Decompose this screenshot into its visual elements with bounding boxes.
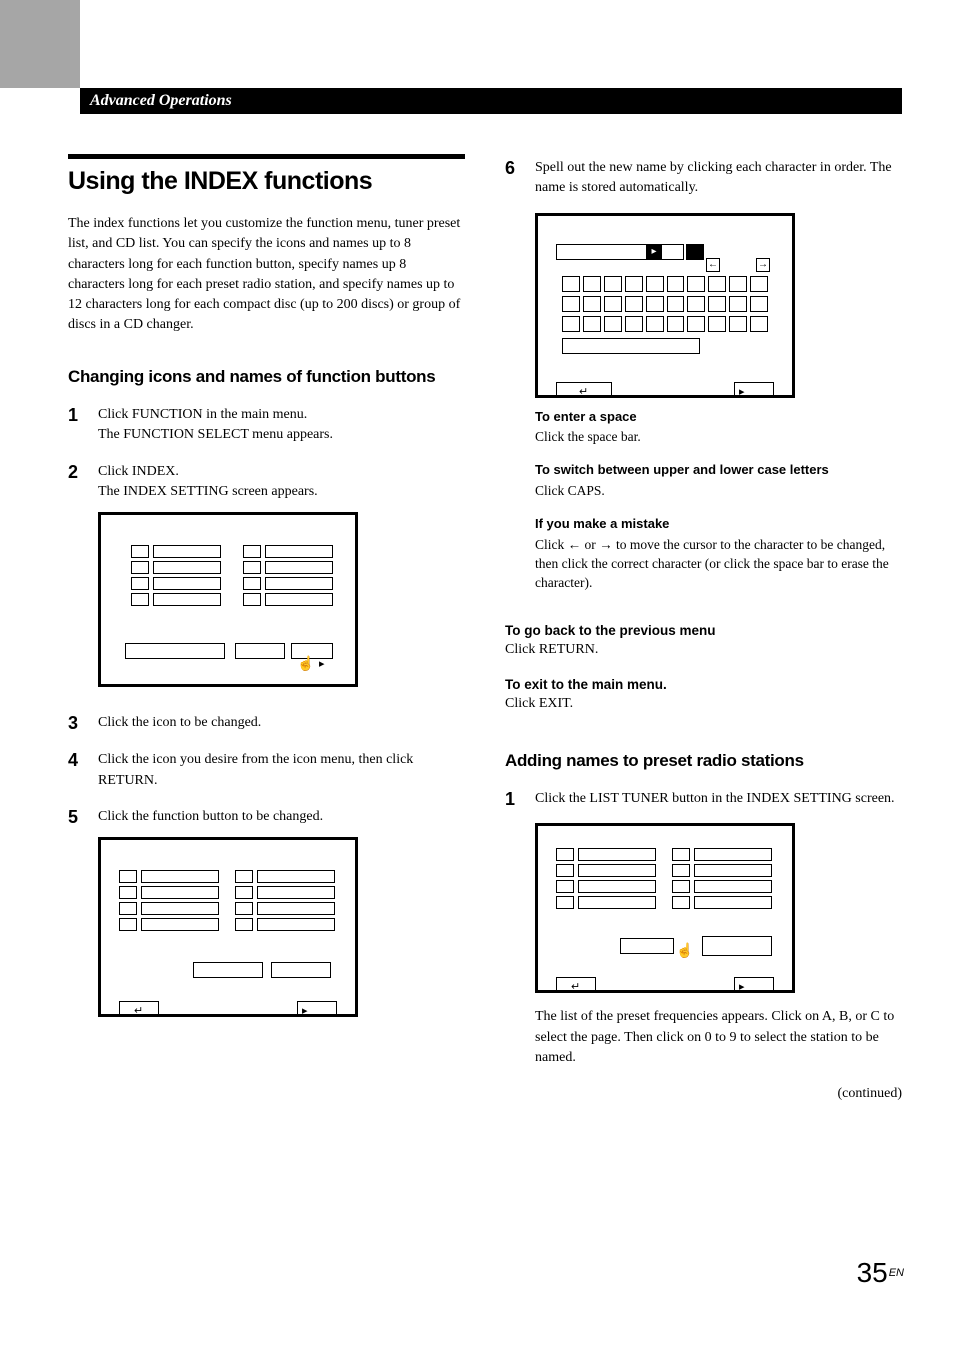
- exit-icon: ▸: [739, 386, 745, 398]
- section-header: Advanced Operations: [80, 88, 902, 114]
- step-text: Click the LIST TUNER button in the INDEX…: [535, 789, 902, 809]
- function-button-screen: ↵ ▸: [98, 837, 358, 1017]
- note-heading: To go back to the previous menu: [505, 623, 902, 638]
- tip-body: Click CAPS.: [535, 482, 902, 501]
- sec1-heading: Changing icons and names of function but…: [68, 366, 465, 387]
- left-column: Using the INDEX functions The index func…: [68, 154, 465, 1102]
- return-icon: ↵: [571, 981, 580, 993]
- step-number: 5: [68, 807, 84, 1027]
- tip-heading: To switch between upper and lower case l…: [535, 461, 902, 480]
- tip-body: Click the space bar.: [535, 428, 902, 447]
- page-number-suffix: EN: [889, 1267, 904, 1279]
- step-number: 2: [68, 462, 84, 698]
- page-number-value: 35: [857, 1257, 888, 1288]
- note-heading: To exit to the main menu.: [505, 677, 902, 692]
- exit-icon: ▸: [319, 657, 325, 673]
- step-text: Click FUNCTION in the main menu.: [98, 405, 465, 425]
- tip-heading: If you make a mistake: [535, 515, 902, 534]
- cursor-hand-icon: ☝: [676, 942, 693, 962]
- step-text: Click INDEX.: [98, 462, 465, 482]
- step-number: 3: [68, 713, 84, 734]
- character-entry-screen: ▸ ← →: [535, 213, 795, 398]
- left-arrow-icon: ←: [568, 537, 582, 552]
- right-column: 6 Spell out the new name by clicking eac…: [505, 154, 902, 1102]
- step-text: The FUNCTION SELECT menu appears.: [98, 425, 465, 445]
- continued-label: (continued): [505, 1086, 902, 1102]
- tip-heading: To enter a space: [535, 408, 902, 427]
- sec2-heading: Adding names to preset radio stations: [505, 750, 902, 771]
- intro-paragraph: The index functions let you customize th…: [68, 214, 465, 336]
- return-icon: ↵: [579, 386, 588, 398]
- tip-body: Click ← or → to move the cursor to the c…: [535, 536, 902, 593]
- page-title: Using the INDEX functions: [68, 167, 465, 196]
- step-text: Spell out the new name by clicking each …: [535, 158, 902, 199]
- play-cursor-icon: ▸: [646, 244, 662, 260]
- note-block: To go back to the previous menu Click RE…: [505, 623, 902, 660]
- step-number: 4: [68, 750, 84, 791]
- step-text: Click the icon you desire from the icon …: [98, 750, 465, 791]
- list-tuner-screen: ☝ ↵ ▸: [535, 823, 795, 993]
- cursor-hand-icon: ☝: [297, 655, 314, 675]
- exit-icon: ▸: [302, 1005, 308, 1017]
- index-setting-screen: ☝ ▸: [98, 512, 358, 687]
- right-arrow-icon: →: [599, 537, 613, 552]
- right-arrow-icon: →: [756, 258, 770, 272]
- step-number: 1: [68, 405, 84, 446]
- note-block: To exit to the main menu. Click EXIT.: [505, 677, 902, 714]
- top-gray-block: [0, 0, 80, 88]
- note-body: Click EXIT.: [505, 694, 902, 714]
- page-number: 35EN: [857, 1257, 904, 1289]
- sec2-step-1: 1 Click the LIST TUNER button in the IND…: [505, 789, 902, 1068]
- step-number: 1: [505, 789, 521, 1068]
- step-text: The INDEX SETTING screen appears.: [98, 482, 465, 502]
- h1-rule: [68, 154, 465, 159]
- step-5: 5 Click the function button to be change…: [68, 807, 465, 1027]
- step-number: 6: [505, 158, 521, 607]
- exit-icon: ▸: [739, 981, 745, 993]
- step-after-text: The list of the preset frequencies appea…: [535, 1007, 902, 1068]
- step-1: 1 Click FUNCTION in the main menu. The F…: [68, 405, 465, 446]
- step-2: 2 Click INDEX. The INDEX SETTING screen …: [68, 462, 465, 698]
- note-body: Click RETURN.: [505, 640, 902, 660]
- step-6: 6 Spell out the new name by clicking eac…: [505, 158, 902, 607]
- step-3: 3 Click the icon to be changed.: [68, 713, 465, 734]
- step-text: Click the icon to be changed.: [98, 713, 465, 734]
- step-4: 4 Click the icon you desire from the ico…: [68, 750, 465, 791]
- return-icon: ↵: [134, 1005, 143, 1017]
- step-text: Click the function button to be changed.: [98, 807, 465, 827]
- left-arrow-icon: ←: [706, 258, 720, 272]
